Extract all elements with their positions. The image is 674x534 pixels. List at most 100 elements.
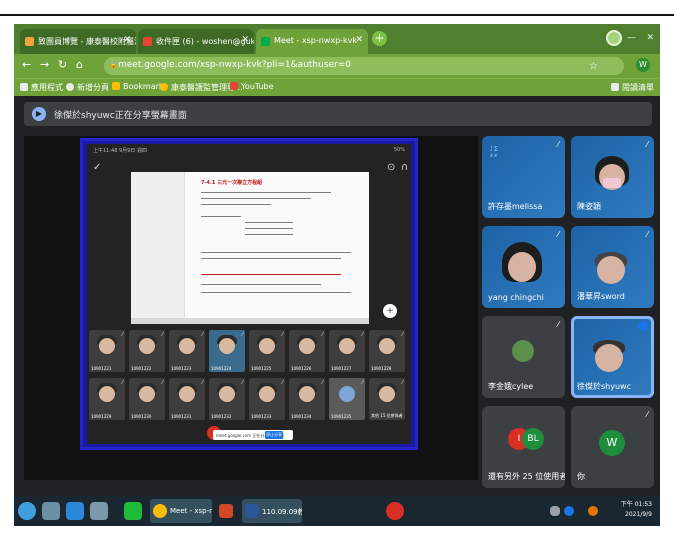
back-icon[interactable]: ← [22, 58, 31, 71]
tab-title: Meet - xsp-nwxp-kvk [274, 36, 358, 45]
self-avatar: W [599, 430, 625, 456]
document-line [245, 234, 293, 235]
grid-tile: 10901228 ⁄ [369, 330, 405, 372]
reading-list[interactable]: 閱讀清單 [611, 82, 654, 93]
page-top-rule [0, 14, 674, 16]
screenshot: 致團員博覽 - 康泰醫校附屬法人 ✕ 收件匣 (6) - woshen@gukn… [14, 24, 660, 526]
grid-tile: 10901227 ⁄ [329, 330, 365, 372]
participant-tile[interactable]: ⁄ 潘華昇sword [571, 226, 654, 308]
meet-call-area: ▶ 徐傑於shyuwc正在分享螢幕畫面 上午11:48 9月9日 週四 50% … [14, 96, 660, 496]
apps-icon [20, 83, 28, 91]
address-bar[interactable]: 🔒 meet.google.com/xsp-nwxp-kvk?pli=1&aut… [104, 57, 624, 75]
browser-tab-active[interactable]: Meet - xsp-nwxp-kvk ✕ [256, 29, 368, 54]
grid-tile: 10901232 ⁄ [209, 378, 245, 420]
grid-tile: 10901223 ⁄ [169, 330, 205, 372]
lock-icon: 🔒 [109, 61, 118, 69]
folder-icon[interactable] [90, 502, 108, 520]
url-text: meet.google.com/xsp-nwxp-kvk?pli=1&authu… [118, 60, 352, 70]
presenting-banner: ▶ 徐傑於shyuwc正在分享螢幕畫面 [24, 102, 652, 126]
reload-icon[interactable]: ↻ [58, 58, 67, 71]
more-participants-tile[interactable]: I BL 還有另外 25 位使用者 [482, 406, 565, 488]
chrome-icon [153, 504, 167, 518]
participant-tile[interactable]: ⁄ yang chingchi [482, 226, 565, 308]
shared-screen: 上午11:48 9月9日 週四 50% ✓ ⊙ ∩ 7-4.1 三元一次聯立方程… [80, 138, 418, 450]
window-close-icon[interactable]: ✕ [646, 33, 654, 43]
document-line [201, 198, 311, 199]
volume-icon[interactable] [588, 506, 598, 516]
home-icon[interactable]: ⌂ [76, 58, 83, 71]
participant-tile[interactable]: ⁄ 李金娥cylee [482, 316, 565, 398]
grid-tile: 10901230 ⁄ [129, 378, 165, 420]
close-tab-icon[interactable]: ✕ [123, 35, 131, 45]
ie-icon[interactable] [66, 502, 84, 520]
gmail-favicon-icon [143, 37, 152, 46]
face [339, 386, 355, 402]
face [179, 386, 195, 402]
bookmark-item[interactable]: YouTube [230, 82, 274, 91]
new-tab-button[interactable]: + [372, 31, 387, 46]
browser-tab[interactable]: 致團員博覽 - 康泰醫校附屬法人 ✕ [20, 29, 136, 54]
start-icon[interactable] [18, 502, 36, 520]
taskbar-window-word[interactable]: 110.09.09教... [242, 499, 302, 523]
tray-icon[interactable] [550, 506, 560, 516]
line-icon[interactable] [124, 502, 142, 520]
mic-off-icon: ⁄ [242, 332, 243, 338]
bookmark-item[interactable]: 應用程式 [20, 82, 63, 93]
face [139, 338, 155, 354]
mic-off-icon: ⁄ [557, 140, 559, 149]
face [299, 386, 315, 402]
mic-off-icon: ⁄ [402, 332, 403, 338]
mic-off-icon: ⁄ [402, 380, 403, 386]
minimize-icon[interactable]: — [627, 33, 636, 43]
participant-tiles: ∫ ∑ ∂ x ⁄ 許存墨melissa ⁄ 陳姿穎 ⁄ yang chingch… [482, 136, 654, 488]
mic-off-icon: ⁄ [362, 380, 363, 386]
sharing-notice-bar: meet.google.com 正在分享你的畫面 停止分享 [213, 430, 293, 440]
grid-tile: 10901224 ⁄ [209, 330, 245, 372]
bookmark-star-icon[interactable]: ☆ [589, 61, 598, 72]
mic-off-icon: ⁄ [557, 230, 559, 239]
add-icon: + [383, 304, 397, 318]
browser-tab-bar: 致團員博覽 - 康泰醫校附屬法人 ✕ 收件匣 (6) - woshen@gukn… [14, 24, 660, 54]
mic-off-icon: ⁄ [646, 230, 648, 239]
document-line [201, 258, 341, 259]
mic-off-icon: ⁄ [646, 410, 648, 419]
participant-tile-speaking[interactable]: 徐傑於shyuwc [571, 316, 654, 398]
math-document: 7-4.1 三元一次聯立方程組 + [131, 172, 397, 324]
forward-icon[interactable]: → [40, 58, 49, 71]
face [99, 386, 115, 402]
self-tile[interactable]: W ⁄ 你 [571, 406, 654, 488]
speaking-indicator-icon [638, 321, 648, 331]
grid-tile: 10901225 ⁄ [249, 330, 285, 372]
face [99, 338, 115, 354]
grid-tile: 10901229 ⁄ [89, 378, 125, 420]
face [597, 256, 625, 284]
mic-off-icon: ⁄ [162, 332, 163, 338]
participant-tile[interactable]: ∫ ∑ ∂ x ⁄ 許存墨melissa [482, 136, 565, 218]
face [139, 386, 155, 402]
profile-avatar[interactable]: W [636, 58, 650, 72]
document-footer [131, 318, 369, 324]
participant-avatar: BL [522, 428, 544, 450]
taskbar-window-chrome[interactable]: Meet - xsp-n... [150, 499, 212, 523]
document-sidebar [131, 172, 185, 324]
bookmark-item[interactable]: 新增分頁 [66, 82, 109, 93]
close-tab-icon[interactable]: ✕ [241, 35, 249, 45]
grid-tile: 10901226 ⁄ [289, 330, 325, 372]
presentation-stage[interactable]: 上午11:48 9月9日 週四 50% ✓ ⊙ ∩ 7-4.1 三元一次聯立方程… [24, 136, 478, 480]
document-line [201, 192, 331, 193]
board-scribble: ∫ ∑ ∂ x [490, 146, 498, 159]
clock[interactable]: 下午 01:53 2021/9/9 [621, 500, 652, 520]
grid-tile: 10901235 ⁄ [329, 378, 365, 420]
desktop-icon[interactable] [42, 502, 60, 520]
close-tab-icon[interactable]: ✕ [355, 35, 363, 45]
participant-tile[interactable]: ⁄ 陳姿穎 [571, 136, 654, 218]
back-icon: ✓ [93, 162, 102, 173]
end-call-icon[interactable] [386, 502, 404, 520]
document-line [201, 284, 321, 285]
taskbar-window-powerpoint[interactable] [216, 499, 240, 523]
document-line [245, 228, 293, 229]
mic-off-icon: ⁄ [202, 380, 203, 386]
network-icon[interactable] [564, 506, 574, 516]
profile-icon[interactable] [606, 30, 622, 46]
browser-tab[interactable]: 收件匣 (6) - woshen@gukn.ed ✕ [138, 29, 254, 54]
